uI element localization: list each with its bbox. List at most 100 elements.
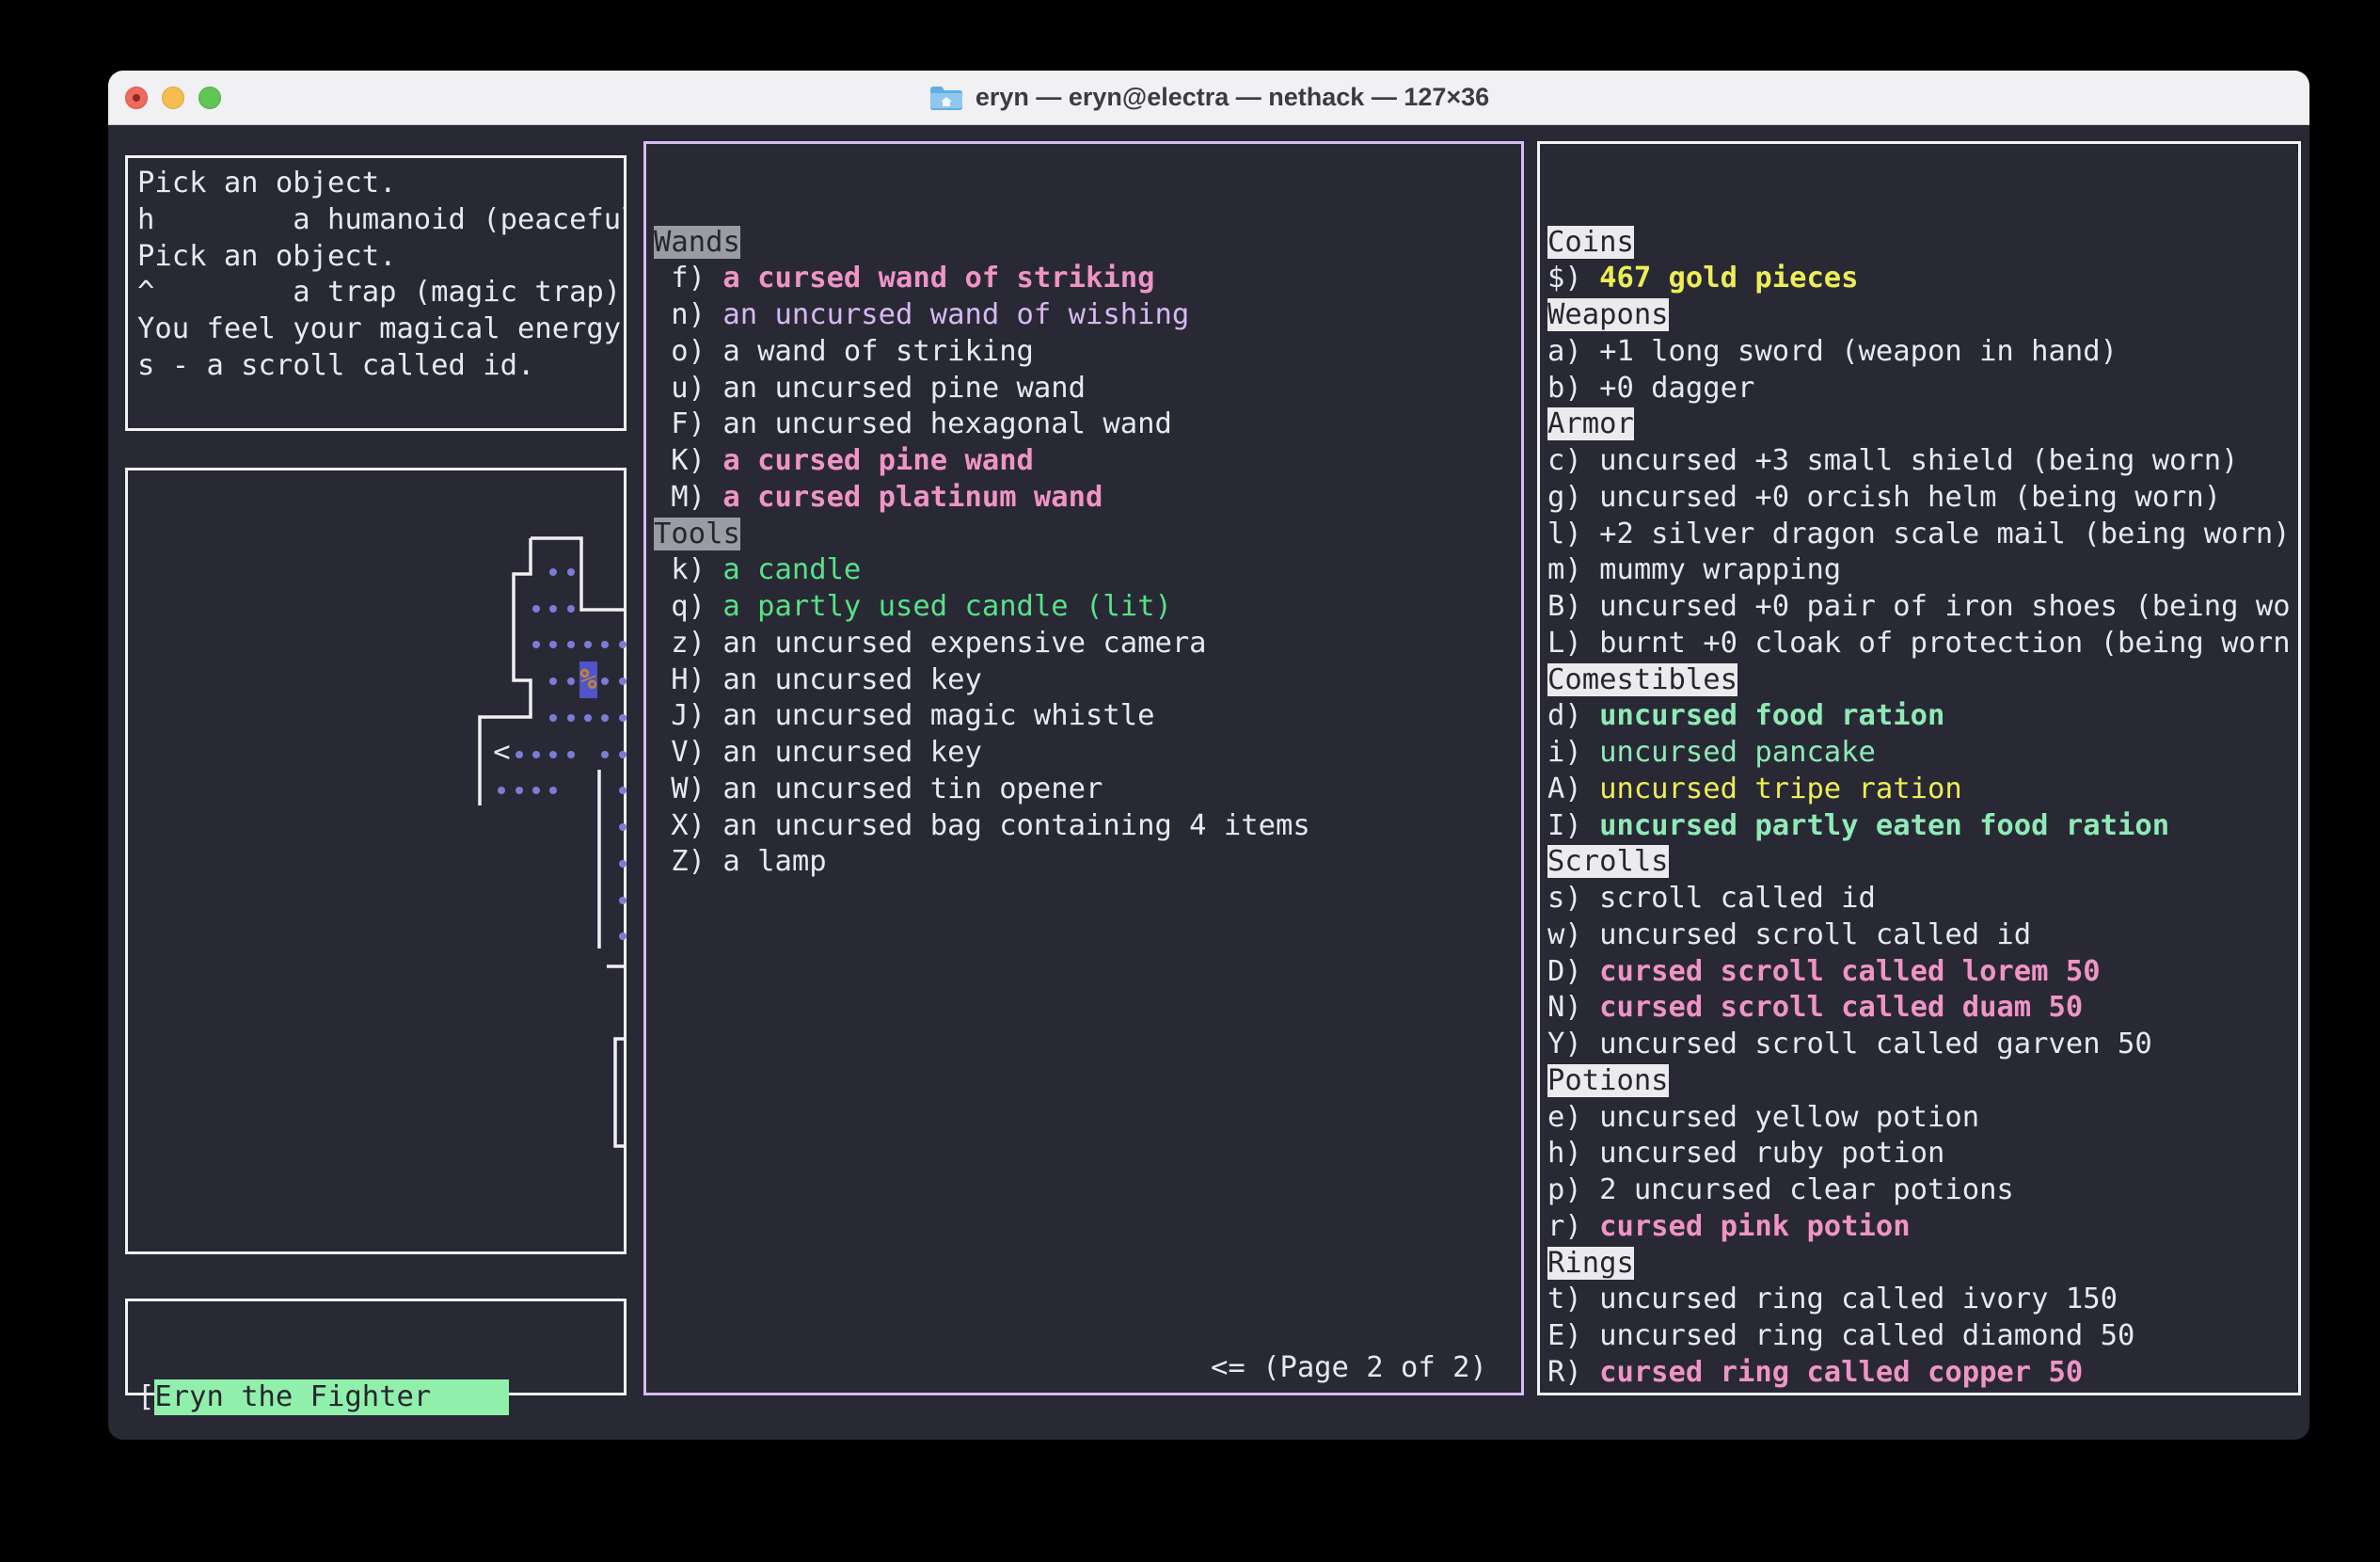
page-indicator: <= (Page 2 of 2) (1211, 1350, 1487, 1387)
item-description: uncursed ring called diamond 50 (1599, 1319, 2134, 1352)
inventory-item[interactable]: V) an uncursed key (654, 735, 1521, 772)
dungeon-map: <% (128, 470, 624, 1251)
inventory-item[interactable]: i) uncursed pancake (1547, 735, 2298, 772)
item-description: uncursed +3 small shield (being worn) (1599, 444, 2238, 477)
category-header: Armor (1547, 407, 1634, 440)
item-description: a cursed pine wand (722, 444, 1034, 477)
message-line: Pick an object. (137, 166, 624, 202)
inventory-item[interactable]: K) a cursed pine wand (654, 443, 1521, 480)
status-bracket: [ (137, 1380, 154, 1413)
inventory-item[interactable]: F) an uncursed hexagonal wand (654, 406, 1521, 443)
category-header: Tools (654, 518, 740, 550)
item-description: uncursed tripe ration (1599, 773, 1962, 805)
inventory-item[interactable]: M) a cursed platinum wand (654, 480, 1521, 517)
inventory-item[interactable]: L) burnt +0 cloak of protection (being w… (1547, 626, 2298, 662)
inventory-item[interactable]: Y) uncursed scroll called garven 50 (1547, 1027, 2298, 1063)
item-selector: u) (671, 372, 722, 405)
item-selector: X) (671, 809, 722, 842)
item-description: +0 dagger (1599, 372, 1754, 405)
inventory-item[interactable]: A) uncursed tripe ration (1547, 772, 2298, 808)
item-selector: m) (1547, 553, 1599, 586)
inventory-item[interactable]: c) uncursed +3 small shield (being worn) (1547, 443, 2298, 480)
floor-dot (619, 751, 627, 758)
item-description: uncursed scroll called id (1599, 918, 2031, 951)
item-selector: l) (1547, 518, 1599, 550)
inventory-item[interactable]: J) an uncursed magic whistle (654, 698, 1521, 735)
inventory-item[interactable]: s) scroll called id (1547, 881, 2298, 917)
item-selector: A) (1547, 773, 1599, 805)
inventory-item[interactable]: l) +2 silver dragon scale mail (being wo… (1547, 517, 2298, 553)
inventory-list: Coins$) 467 gold piecesWeaponsa) +1 long… (1547, 225, 2298, 1394)
item-selector: p) (1547, 1173, 1599, 1206)
item-selector: W) (671, 773, 722, 805)
inventory-item[interactable]: d) uncursed food ration (1547, 698, 2298, 735)
inventory-item[interactable]: I) uncursed partly eaten food ration (1547, 808, 2298, 845)
inventory-item[interactable]: a) +1 long sword (weapon in hand) (1547, 334, 2298, 371)
inventory-item[interactable]: h) uncursed ruby potion (1547, 1136, 2298, 1172)
item-description: uncursed +0 pair of iron shoes (being wo (1599, 590, 2291, 623)
item-selector: t) (1547, 1283, 1599, 1315)
inventory-item[interactable]: N) cursed scroll called duam 50 (1547, 990, 2298, 1027)
item-description: cursed ring called copper 50 (1599, 1356, 2083, 1389)
item-description: a cursed wand of striking (722, 262, 1154, 295)
message-panel: Pick an object.h a humanoid (peacefulPic… (125, 155, 627, 431)
item-description: an uncursed hexagonal wand (722, 407, 1171, 440)
zoom-button[interactable] (198, 87, 221, 109)
item-selector: B) (1547, 590, 1599, 623)
stairs-up-glyph: < (493, 734, 511, 771)
folder-icon (928, 84, 964, 112)
item-description: mummy wrapping (1599, 553, 1841, 586)
minimize-button[interactable] (162, 87, 184, 109)
inventory-item[interactable]: p) 2 uncursed clear potions (1547, 1172, 2298, 1209)
inventory-item[interactable]: n) an uncursed wand of wishing (654, 297, 1521, 334)
floor-dot (516, 787, 523, 794)
close-button[interactable] (125, 87, 148, 109)
inventory-item[interactable]: f) a cursed wand of striking (654, 261, 1521, 297)
inventory-item[interactable]: H) an uncursed key (654, 662, 1521, 699)
inventory-item[interactable]: B) uncursed +0 pair of iron shoes (being… (1547, 589, 2298, 626)
inventory-item[interactable]: q) a partly used candle (lit) (654, 589, 1521, 626)
inventory-item[interactable]: t) uncursed ring called ivory 150 (1547, 1282, 2298, 1318)
inventory-item[interactable]: u) an uncursed pine wand (654, 371, 1521, 407)
item-selector: c) (1547, 444, 1599, 477)
inventory-item[interactable]: o) a wand of striking (654, 334, 1521, 371)
status-panel: [Eryn the Fighter Dlvl:9 $:467 HP:40(56)… (125, 1299, 627, 1395)
item-description: an uncursed wand of wishing (722, 298, 1189, 331)
status-name-row: [Eryn the Fighter (137, 1379, 624, 1416)
inventory-item[interactable]: g) uncursed +0 orcish helm (being worn) (1547, 480, 2298, 517)
item-selector: H) (671, 663, 722, 696)
floor-dot (619, 641, 627, 648)
inventory-item[interactable]: r) cursed pink potion (1547, 1209, 2298, 1246)
item-description: an uncursed magic whistle (722, 699, 1154, 732)
item-selector: $) (1547, 262, 1599, 295)
titlebar[interactable]: eryn — eryn@electra — nethack — 127×36 (108, 71, 2309, 125)
message-line: h a humanoid (peaceful (137, 202, 624, 239)
inventory-item[interactable]: E) uncursed ring called diamond 50 (1547, 1318, 2298, 1355)
inventory-item[interactable]: k) a candle (654, 552, 1521, 589)
category-header: Comestibles (1547, 663, 1737, 696)
inventory-page2-list: Wandsf) a cursed wand of strikingn) an u… (654, 225, 1521, 882)
item-selector: r) (1547, 1210, 1599, 1243)
inventory-item[interactable]: R) cursed ring called copper 50 (1547, 1355, 2298, 1392)
item-selector: k) (671, 553, 722, 586)
item-selector: f) (671, 262, 722, 295)
item-selector: L) (1547, 627, 1599, 660)
inventory-item[interactable]: b) +0 dagger (1547, 371, 2298, 407)
inventory-item[interactable]: m) mummy wrapping (1547, 552, 2298, 589)
inventory-page2-panel: Wandsf) a cursed wand of strikingn) an u… (643, 141, 1524, 1395)
item-description: 467 gold pieces (1599, 262, 1858, 295)
inventory-item[interactable]: Z) a lamp (654, 844, 1521, 881)
inventory-item[interactable]: W) an uncursed tin opener (654, 772, 1521, 808)
inventory-item[interactable]: $) 467 gold pieces (1547, 261, 2298, 297)
item-description: an uncursed expensive camera (722, 627, 1206, 660)
inventory-item[interactable]: w) uncursed scroll called id (1547, 917, 2298, 954)
item-description: uncursed scroll called garven 50 (1599, 1028, 2152, 1060)
inventory-item[interactable]: e) uncursed yellow potion (1547, 1100, 2298, 1137)
window-title: eryn — eryn@electra — nethack — 127×36 (928, 83, 1489, 112)
category-header: Scrolls (1547, 845, 1669, 878)
inventory-item[interactable]: X) an uncursed bag containing 4 items (654, 808, 1521, 845)
inventory-item[interactable]: z) an uncursed expensive camera (654, 626, 1521, 662)
inventory-item[interactable]: D) cursed scroll called lorem 50 (1547, 954, 2298, 991)
item-selector: b) (1547, 372, 1599, 405)
item-selector: D) (1547, 955, 1599, 988)
